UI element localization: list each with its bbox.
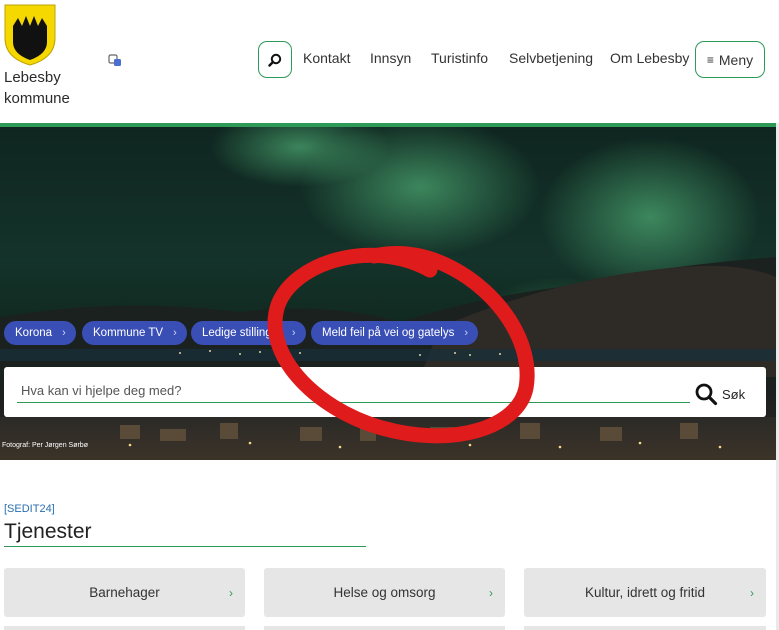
search-input[interactable] <box>17 379 690 403</box>
search-submit-label: Søk <box>722 386 746 402</box>
service-card-helse-og-omsorg[interactable]: Helse og omsorg › <box>264 568 505 617</box>
photo-credit: Fotograf: Per Jørgen Sørbø <box>2 442 88 449</box>
search-icon <box>268 53 282 67</box>
service-card-next-row[interactable] <box>4 626 245 630</box>
quick-link-korona[interactable]: Korona › <box>4 321 76 345</box>
search-submit-button[interactable]: Søk <box>694 379 754 409</box>
hero-banner: Korona › Kommune TV › Ledige stillinger … <box>0 127 776 460</box>
service-card-next-row[interactable] <box>524 626 766 630</box>
nav-item-turistinfo[interactable]: Turistinfo <box>431 50 488 66</box>
quick-link-label: Ledige stillinger <box>202 327 282 339</box>
edit-tag[interactable]: [SEDIT24] <box>4 503 55 515</box>
nav-item-selvbetjening[interactable]: Selvbetjening <box>509 50 593 66</box>
chevron-right-icon: › <box>464 327 468 339</box>
chevron-right-icon: › <box>173 327 177 339</box>
section-title: Tjenester <box>4 520 92 543</box>
menu-label: Meny <box>718 51 754 68</box>
hamburger-icon: ≡ <box>706 52 714 67</box>
search-icon <box>695 383 718 406</box>
nav-item-kontakt[interactable]: Kontakt <box>303 50 350 66</box>
quick-link-kommune-tv[interactable]: Kommune TV › <box>82 321 187 345</box>
chevron-right-icon: › <box>62 327 66 339</box>
chevron-right-icon: › <box>489 586 493 600</box>
service-card-barnehager[interactable]: Barnehager › <box>4 568 245 617</box>
chevron-right-icon: › <box>750 586 754 600</box>
quick-link-label: Meld feil på vei og gatelys <box>322 327 455 339</box>
service-card-label: Helse og omsorg <box>333 585 436 600</box>
nav-item-innsyn[interactable]: Innsyn <box>370 50 411 66</box>
chevron-right-icon: › <box>229 586 233 600</box>
translate-icon[interactable] <box>108 53 122 67</box>
service-card-kultur-idrett-fritid[interactable]: Kultur, idrett og fritid › <box>524 568 766 617</box>
nav-item-om-lebesby[interactable]: Om Lebesby <box>610 50 689 66</box>
section-title-underline <box>4 546 366 547</box>
quick-links: Korona › Kommune TV › Ledige stillinger … <box>0 321 776 345</box>
quick-link-ledige-stillinger[interactable]: Ledige stillinger › <box>191 321 306 345</box>
brand-line-2: kommune <box>4 90 70 107</box>
service-card-next-row[interactable] <box>264 626 505 630</box>
brand-line-1: Lebesby <box>4 69 61 86</box>
site-header: Lebesby kommune Kontakt Innsyn Turistinf… <box>0 0 779 123</box>
site-search-box: Søk <box>4 367 766 417</box>
brand-name[interactable]: Lebesby kommune <box>4 67 70 109</box>
service-card-label: Barnehager <box>89 585 160 600</box>
quick-link-meld-feil[interactable]: Meld feil på vei og gatelys › <box>311 321 478 345</box>
quick-link-label: Kommune TV <box>93 327 164 339</box>
chevron-right-icon: › <box>291 327 296 339</box>
quick-link-label: Korona <box>15 327 53 339</box>
coat-of-arms-logo[interactable] <box>4 4 56 66</box>
menu-button[interactable]: ≡ Meny <box>695 41 765 78</box>
header-search-button[interactable] <box>258 41 292 78</box>
service-card-label: Kultur, idrett og fritid <box>584 585 706 600</box>
